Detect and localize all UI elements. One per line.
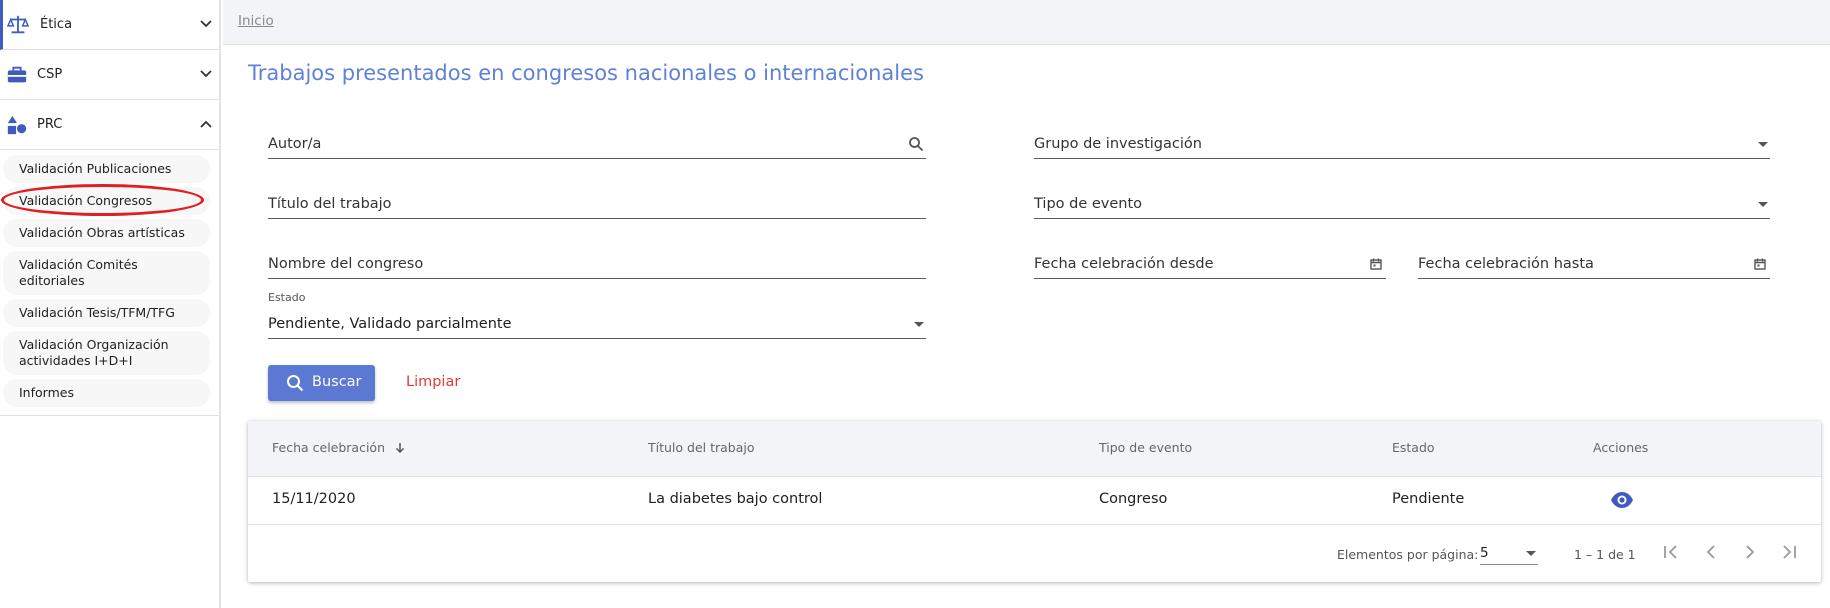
page-title: Trabajos presentados en congresos nacion… bbox=[248, 61, 924, 85]
fecha-desde-input[interactable]: Fecha celebración desde bbox=[1034, 252, 1386, 279]
items-per-page-label: Elementos por página: bbox=[1337, 547, 1479, 562]
field-label: Tipo de evento bbox=[1034, 196, 1143, 212]
column-header-acciones: Acciones bbox=[1593, 440, 1649, 455]
last-page-icon[interactable] bbox=[1778, 541, 1800, 563]
sidebar-group-prc[interactable]: PRC bbox=[0, 100, 219, 150]
search-icon bbox=[287, 375, 304, 392]
chevron-up-icon[interactable] bbox=[199, 117, 213, 131]
clear-button[interactable]: Limpiar bbox=[406, 374, 460, 390]
sidebar-item-validacion-comites-editoriales[interactable]: Validación Comités editoriales bbox=[3, 251, 210, 295]
grupo-investigacion-select[interactable]: Grupo de investigación bbox=[1034, 132, 1770, 159]
caret-down-icon bbox=[1758, 142, 1768, 147]
next-page-icon[interactable] bbox=[1739, 541, 1761, 563]
paginator: Elementos por página: 5 1 – 1 de 1 bbox=[248, 525, 1821, 581]
caret-down-icon bbox=[914, 322, 924, 327]
estado-select[interactable]: Estado Pendiente, Validado parcialmente bbox=[268, 291, 926, 339]
calendar-icon[interactable] bbox=[1368, 256, 1384, 272]
column-header-fecha[interactable]: Fecha celebración bbox=[272, 440, 405, 455]
breadcrumb-home-link[interactable]: Inicio bbox=[238, 13, 274, 29]
cell-fecha: 15/11/2020 bbox=[272, 491, 356, 507]
page-size-select[interactable]: 5 bbox=[1480, 542, 1538, 565]
briefcase-icon bbox=[7, 66, 27, 83]
field-label: Estado bbox=[268, 291, 306, 304]
fecha-hasta-input[interactable]: Fecha celebración hasta bbox=[1418, 252, 1770, 279]
column-header-titulo: Título del trabajo bbox=[648, 440, 755, 455]
sidebar-group-label: PRC bbox=[37, 117, 63, 132]
field-label: Título del trabajo bbox=[268, 196, 392, 212]
nombre-congreso-input[interactable]: Nombre del congreso bbox=[268, 252, 926, 279]
sidebar-group-etica[interactable]: Ética bbox=[0, 0, 219, 50]
author-search-field[interactable]: Autor/a bbox=[268, 132, 926, 159]
sidebar-group-csp[interactable]: CSP bbox=[0, 50, 219, 100]
top-bar: Inicio bbox=[223, 0, 1830, 45]
sidebar-item-validacion-congresos[interactable]: Validación Congresos bbox=[3, 187, 210, 215]
view-eye-icon[interactable] bbox=[1610, 490, 1634, 510]
field-label: Nombre del congreso bbox=[268, 256, 424, 272]
cell-estado: Pendiente bbox=[1392, 491, 1465, 507]
shapes-icon bbox=[7, 115, 27, 135]
arrow-down-icon bbox=[395, 443, 405, 454]
cell-tipo-evento: Congreso bbox=[1099, 491, 1168, 507]
column-header-estado: Estado bbox=[1392, 440, 1435, 455]
table-row: 15/11/2020 La diabetes bajo control Cong… bbox=[248, 477, 1821, 525]
search-button[interactable]: Buscar bbox=[268, 365, 375, 401]
chevron-down-icon[interactable] bbox=[199, 17, 213, 31]
previous-page-icon[interactable] bbox=[1700, 541, 1722, 563]
scales-icon bbox=[7, 15, 29, 34]
search-icon[interactable] bbox=[908, 136, 924, 152]
sidebar-item-informes[interactable]: Informes bbox=[3, 379, 210, 407]
titulo-trabajo-input[interactable]: Título del trabajo bbox=[268, 192, 926, 219]
sidebar-group-label: Ética bbox=[40, 17, 73, 32]
field-label: Autor/a bbox=[268, 136, 322, 152]
tipo-evento-select[interactable]: Tipo de evento bbox=[1034, 192, 1770, 219]
sidebar-group-label: CSP bbox=[37, 67, 63, 82]
table-header: Fecha celebración Título del trabajo Tip… bbox=[248, 421, 1821, 477]
chevron-down-icon[interactable] bbox=[199, 67, 213, 81]
main-content: Inicio Trabajos presentados en congresos… bbox=[223, 0, 1830, 608]
sidebar-item-validacion-publicaciones[interactable]: Validación Publicaciones bbox=[3, 155, 210, 183]
prc-submenu: Validación Publicaciones Validación Cong… bbox=[0, 150, 219, 416]
first-page-icon[interactable] bbox=[1660, 541, 1682, 563]
search-button-label: Buscar bbox=[312, 374, 362, 390]
field-label: Fecha celebración hasta bbox=[1418, 256, 1594, 272]
caret-down-icon bbox=[1758, 202, 1768, 207]
column-header-label: Fecha celebración bbox=[272, 440, 386, 455]
results-table: Fecha celebración Título del trabajo Tip… bbox=[248, 421, 1821, 582]
estado-value: Pendiente, Validado parcialmente bbox=[268, 316, 512, 332]
field-label: Fecha celebración desde bbox=[1034, 256, 1214, 272]
sidebar-item-validacion-organizacion[interactable]: Validación Organización actividades I+D+… bbox=[3, 331, 210, 375]
calendar-icon[interactable] bbox=[1752, 256, 1768, 272]
page-range: 1 – 1 de 1 bbox=[1574, 547, 1636, 562]
column-header-tipo-evento: Tipo de evento bbox=[1099, 440, 1193, 455]
field-label: Grupo de investigación bbox=[1034, 136, 1202, 152]
sidebar: Ética CSP PRC Validación Publicaciones V… bbox=[0, 0, 221, 608]
page-size-value: 5 bbox=[1480, 545, 1489, 561]
cell-titulo: La diabetes bajo control bbox=[648, 491, 823, 507]
caret-down-icon bbox=[1526, 551, 1536, 556]
sidebar-item-validacion-obras-artisticas[interactable]: Validación Obras artísticas bbox=[3, 219, 210, 247]
sidebar-item-validacion-tesis[interactable]: Validación Tesis/TFM/TFG bbox=[3, 299, 210, 327]
